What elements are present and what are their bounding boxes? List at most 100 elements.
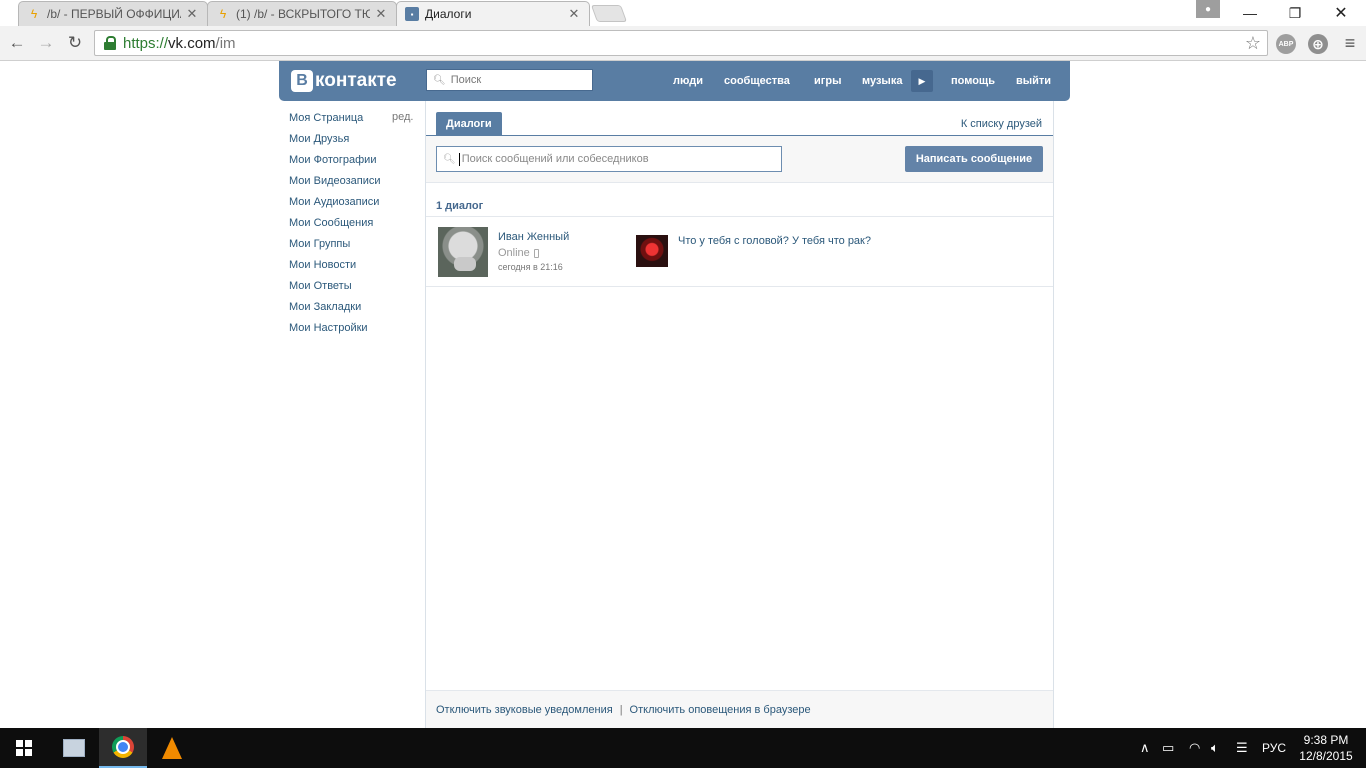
sidebar-item-replies[interactable]: Мои Ответы: [289, 278, 417, 299]
header-search-input[interactable]: 🔍︎ Поиск: [426, 69, 593, 91]
vlc-icon: [162, 737, 182, 759]
back-arrow-icon[interactable]: ←: [5, 32, 29, 54]
language-indicator[interactable]: РУС: [1262, 728, 1286, 768]
battery-icon[interactable]: ▭: [1162, 728, 1174, 768]
adblock-icon[interactable]: ABP: [1276, 34, 1296, 54]
dialog-count: 1 диалог: [436, 200, 484, 212]
vk-logo[interactable]: В контакте: [291, 70, 397, 92]
sidebar-item-bookmarks[interactable]: Мои Закладки: [289, 299, 417, 320]
sidebar-item-groups[interactable]: Мои Группы: [289, 236, 417, 257]
address-bar[interactable]: https://vk.com/im ☆: [94, 30, 1268, 56]
tray-chevron-icon[interactable]: ∧: [1140, 728, 1150, 768]
sidebar-item-friends[interactable]: Мои Друзья: [289, 131, 417, 152]
sidebar-item-news[interactable]: Мои Новости: [289, 257, 417, 278]
lock-icon: [103, 36, 117, 50]
chrome-icon: [112, 736, 134, 758]
disable-browser-notifications-link[interactable]: Отключить оповещения в браузере: [630, 704, 811, 716]
avatar-detail: [454, 257, 476, 271]
sidebar-item-audio[interactable]: Мои Аудиозаписи: [289, 194, 417, 215]
browser-tab-strip: ϟ /b/ - ПЕРВЫЙ ОФФИЦИАЛ ✕ ϟ (1) /b/ - ВС…: [0, 0, 1366, 26]
forward-arrow-icon[interactable]: →: [34, 32, 58, 54]
text-caret: [458, 152, 460, 166]
lightning-icon: ϟ: [30, 7, 38, 21]
sidebar-item-messages[interactable]: Мои Сообщения: [289, 215, 417, 236]
messages-search-input[interactable]: 🔍︎ Поиск сообщений или собеседников: [436, 146, 782, 172]
to-friends-link[interactable]: К списку друзей: [961, 118, 1042, 130]
sidebar-edit-link[interactable]: ред.: [392, 111, 413, 123]
bookmark-star-icon[interactable]: ☆: [1245, 33, 1261, 54]
windows-logo-icon: [16, 740, 32, 756]
lightning-icon: ϟ: [219, 7, 227, 21]
vk-logo-letter: В: [291, 70, 313, 92]
sidebar: ред. Моя Страница Мои Друзья Мои Фотогра…: [289, 110, 417, 341]
dialog-date: сегодня в 21:16: [498, 262, 563, 272]
menu-logout[interactable]: выйти: [1016, 61, 1051, 101]
online-label: Online: [498, 247, 530, 259]
menu-help[interactable]: помощь: [951, 61, 995, 101]
close-tab-icon[interactable]: ✕: [567, 6, 581, 22]
tab-dialogs[interactable]: Диалоги: [436, 112, 502, 135]
footer-separator: |: [619, 703, 623, 716]
clock-date: 12/8/2015: [1299, 749, 1353, 763]
menu-communities[interactable]: сообщества: [724, 61, 790, 101]
sidebar-item-videos[interactable]: Мои Видеозаписи: [289, 173, 417, 194]
url-host: vk.com: [168, 34, 216, 52]
start-button[interactable]: [0, 728, 48, 768]
taskbar-explorer[interactable]: [50, 728, 98, 768]
search-icon: 🔍︎: [433, 74, 446, 86]
browser-tab-2[interactable]: ϟ (1) /b/ - ВСКРЫТОГО ТЮЕ ✕: [207, 1, 397, 26]
minimize-button[interactable]: —: [1227, 0, 1273, 26]
write-message-button[interactable]: Написать сообщение: [905, 146, 1043, 172]
menu-games[interactable]: игры: [814, 61, 841, 101]
dialog-last-message[interactable]: Что у тебя с головой? У тебя что рак?: [678, 235, 871, 247]
messages-search-area: 🔍︎ Поиск сообщений или собеседников Напи…: [426, 136, 1053, 183]
disable-sound-link[interactable]: Отключить звуковые уведомления: [436, 704, 613, 716]
dialog-row[interactable]: Иван Женный Online сегодня в 21:16 Что у…: [426, 217, 1053, 287]
taskbar-vlc[interactable]: [148, 728, 196, 768]
browser-tab-1[interactable]: ϟ /b/ - ПЕРВЫЙ ОФФИЦИАЛ ✕: [18, 1, 208, 26]
menu-music[interactable]: музыка: [862, 61, 902, 101]
close-tab-icon[interactable]: ✕: [185, 6, 199, 22]
play-icon[interactable]: ▶: [911, 70, 933, 92]
search-icon: 🔍︎: [443, 153, 456, 165]
user-profile-icon[interactable]: ●: [1196, 0, 1220, 18]
browser-tab-title: Диалоги: [425, 7, 472, 21]
taskbar-chrome[interactable]: [99, 728, 147, 768]
taskbar: ∧ ▭ ◠ 🔈︎ ☰ РУС 9:38 PM 12/8/2015: [0, 728, 1366, 768]
header-search-placeholder: Поиск: [450, 74, 482, 86]
url-scheme: https://: [123, 34, 169, 52]
vk-logo-text: контакте: [315, 70, 397, 91]
vk-message-icon: ▪: [405, 7, 419, 21]
reload-icon[interactable]: ↻: [63, 32, 87, 54]
adblock-label: ABP: [1278, 40, 1294, 48]
messages-search-placeholder: Поиск сообщений или собеседников: [461, 153, 649, 165]
sidebar-item-settings[interactable]: Мои Настройки: [289, 320, 417, 341]
wifi-icon[interactable]: ◠: [1189, 728, 1200, 768]
globe-icon[interactable]: ⊕: [1308, 34, 1328, 54]
action-center-icon[interactable]: ☰: [1236, 728, 1248, 768]
messages-footer: Отключить звуковые уведомления | Отключи…: [426, 690, 1053, 728]
sender-avatar: [636, 235, 668, 267]
browser-tab-3[interactable]: ▪ Диалоги ✕: [396, 1, 590, 26]
messages-panel: Диалоги К списку друзей 🔍︎ Поиск сообщен…: [425, 101, 1054, 728]
menu-people[interactable]: люди: [673, 61, 703, 101]
close-window-button[interactable]: ✕: [1318, 0, 1364, 26]
new-tab-button[interactable]: [590, 5, 628, 22]
clock-time: 9:38 PM: [1303, 733, 1349, 747]
url-path: /im: [215, 34, 236, 52]
dialog-user-name[interactable]: Иван Женный: [498, 231, 569, 243]
system-clock[interactable]: 9:38 PM 12/8/2015: [1296, 732, 1356, 764]
avatar[interactable]: [438, 227, 488, 277]
restore-button[interactable]: ❐: [1272, 0, 1318, 26]
sidebar-item-photos[interactable]: Мои Фотографии: [289, 152, 417, 173]
messages-tabs: Диалоги К списку друзей: [426, 101, 1053, 136]
browser-toolbar: ← → ↻ https://vk.com/im ☆ ABP ⊕ ≡: [0, 26, 1366, 61]
browser-tab-title: (1) /b/ - ВСКРЫТОГО ТЮЕ: [236, 7, 370, 21]
menu-icon[interactable]: ≡: [1338, 32, 1362, 54]
vk-header: В контакте 🔍︎ Поиск люди сообщества игры…: [279, 61, 1070, 101]
close-tab-icon[interactable]: ✕: [374, 6, 388, 22]
mobile-icon: [533, 248, 539, 258]
explorer-icon: [63, 739, 85, 757]
volume-icon[interactable]: 🔈︎: [1211, 728, 1219, 768]
browser-tab-title: /b/ - ПЕРВЫЙ ОФФИЦИАЛ: [47, 7, 181, 21]
